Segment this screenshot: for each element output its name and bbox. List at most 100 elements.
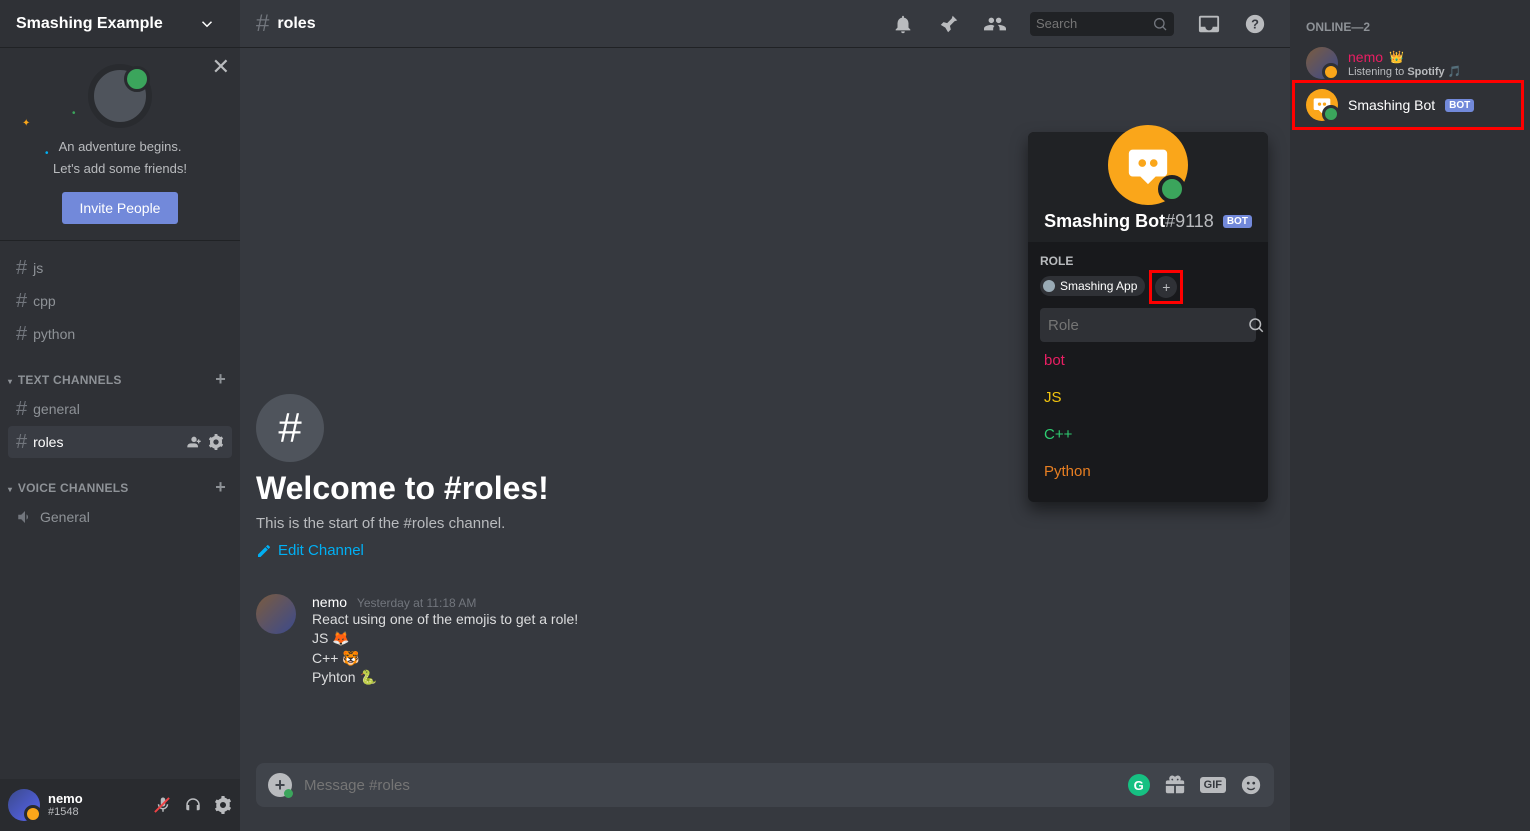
members-icon[interactable] bbox=[976, 13, 1014, 35]
attach-button[interactable]: + bbox=[268, 773, 292, 797]
add-channel-button[interactable]: + bbox=[209, 369, 232, 390]
grammarly-icon[interactable]: G bbox=[1128, 774, 1150, 796]
role-chip-label: Smashing App bbox=[1060, 279, 1137, 293]
member-group-header: ONLINE—2 bbox=[1298, 16, 1522, 38]
popout-header: Smashing Bot#9118 BOT bbox=[1028, 132, 1268, 242]
hash-icon: # bbox=[16, 323, 27, 346]
server-header[interactable]: Smashing Example bbox=[0, 0, 240, 48]
hash-icon: # bbox=[16, 431, 27, 454]
channel-sidebar: Smashing Example ✕ ✦ • • An adventure be… bbox=[0, 0, 240, 831]
settings-icon[interactable] bbox=[214, 796, 232, 814]
search-box[interactable] bbox=[1030, 12, 1174, 36]
category-text-channels[interactable]: ▾ TEXT CHANNELS + bbox=[0, 363, 240, 392]
search-input[interactable] bbox=[1036, 16, 1146, 31]
hash-icon: # bbox=[256, 394, 324, 462]
channel-title: roles bbox=[277, 15, 315, 33]
hash-icon: # bbox=[16, 290, 27, 313]
popout-discriminator: #9118 bbox=[1165, 211, 1214, 232]
hash-icon: # bbox=[16, 257, 27, 280]
channel-label: js bbox=[33, 260, 43, 276]
gif-button[interactable]: GIF bbox=[1200, 777, 1226, 793]
help-icon[interactable]: ? bbox=[1236, 13, 1274, 35]
role-option-js[interactable]: JS bbox=[1040, 379, 1256, 416]
channel-label: General bbox=[40, 509, 90, 525]
create-invite-icon[interactable] bbox=[186, 434, 202, 450]
channel-label: roles bbox=[33, 434, 63, 450]
member-name: nemo 👑 bbox=[1348, 49, 1514, 65]
category-voice-channels[interactable]: ▾ VOICE CHANNELS + bbox=[0, 471, 240, 500]
popout-username: Smashing Bot#9118 BOT bbox=[1044, 211, 1252, 232]
message-input[interactable] bbox=[304, 777, 1116, 794]
message-timestamp: Yesterday at 11:18 AM bbox=[357, 596, 476, 610]
invite-line2: Let's add some friends! bbox=[16, 160, 224, 178]
member-name-text: nemo bbox=[1348, 49, 1383, 65]
deafen-icon[interactable] bbox=[184, 796, 202, 814]
channel-general[interactable]: # general bbox=[8, 393, 232, 425]
close-icon[interactable]: ✕ bbox=[212, 54, 230, 80]
channel-roles[interactable]: # roles bbox=[8, 426, 232, 458]
message-line: JS 🦊 bbox=[312, 629, 1274, 649]
message-author[interactable]: nemo bbox=[312, 594, 347, 610]
self-avatar[interactable] bbox=[8, 789, 40, 821]
svg-text:?: ? bbox=[1251, 16, 1259, 31]
server-name: Smashing Example bbox=[16, 15, 163, 33]
member-avatar bbox=[1306, 47, 1338, 79]
channel-python[interactable]: # python bbox=[8, 318, 232, 350]
role-option-cpp[interactable]: C++ bbox=[1040, 416, 1256, 453]
speaker-icon bbox=[16, 508, 34, 526]
invite-people-button[interactable]: Invite People bbox=[62, 192, 179, 224]
role-option-bot[interactable]: bot bbox=[1040, 342, 1256, 379]
welcome-subtitle: This is the start of the #roles channel. bbox=[256, 515, 1274, 532]
emoji-icon[interactable] bbox=[1240, 774, 1262, 796]
member-nemo[interactable]: nemo 👑 Listening to Spotify 🎵 bbox=[1298, 42, 1522, 84]
gear-icon[interactable] bbox=[208, 434, 224, 450]
role-option-python[interactable]: Python bbox=[1040, 453, 1256, 490]
edit-channel-label: Edit Channel bbox=[278, 542, 364, 559]
bot-avatar[interactable] bbox=[1108, 125, 1188, 205]
bell-icon[interactable] bbox=[884, 13, 922, 35]
message-line: C++ 🐯 bbox=[312, 649, 1274, 669]
message-content: React using one of the emojis to get a r… bbox=[312, 610, 1274, 688]
role-chip[interactable]: Smashing App bbox=[1040, 276, 1145, 296]
message-composer: + G GIF bbox=[256, 763, 1274, 807]
message-line: Pyhton 🐍 bbox=[312, 668, 1274, 688]
hash-icon: # bbox=[16, 398, 27, 421]
gift-icon[interactable] bbox=[1164, 774, 1186, 796]
channel-js[interactable]: # js bbox=[8, 252, 232, 284]
chevron-down-icon: ▾ bbox=[8, 485, 12, 494]
role-color-dot bbox=[1043, 280, 1055, 292]
role-section-title: ROLE bbox=[1040, 254, 1256, 268]
chat-header: # roles ? bbox=[240, 0, 1290, 48]
message-avatar[interactable] bbox=[256, 594, 296, 634]
search-icon bbox=[1247, 316, 1265, 334]
status-prefix: Listening to bbox=[1348, 66, 1407, 78]
channel-cpp[interactable]: # cpp bbox=[8, 285, 232, 317]
sparkle-icon: • bbox=[45, 148, 49, 159]
hash-icon: # bbox=[256, 10, 269, 38]
add-channel-button[interactable]: + bbox=[209, 477, 232, 498]
invite-panel: ✕ ✦ • • An adventure begins. Let's add s… bbox=[0, 48, 240, 241]
avatar-placeholder-icon bbox=[88, 64, 152, 128]
member-list: ONLINE—2 nemo 👑 Listening to Spotify 🎵 S… bbox=[1290, 0, 1530, 831]
add-role-button[interactable]: + bbox=[1155, 276, 1177, 298]
role-search-box[interactable] bbox=[1040, 308, 1256, 342]
pin-icon[interactable] bbox=[930, 13, 968, 35]
channel-label: python bbox=[33, 326, 75, 342]
status-app: Spotify bbox=[1407, 66, 1444, 78]
inbox-icon[interactable] bbox=[1190, 13, 1228, 35]
mute-icon[interactable] bbox=[154, 796, 172, 814]
member-status: Listening to Spotify 🎵 bbox=[1348, 65, 1514, 78]
role-search-input[interactable] bbox=[1048, 317, 1247, 334]
category-label: VOICE CHANNELS bbox=[18, 481, 129, 495]
message: nemo Yesterday at 11:18 AM React using o… bbox=[256, 590, 1274, 692]
member-avatar bbox=[1306, 89, 1338, 121]
voice-channel-general[interactable]: General bbox=[8, 501, 232, 533]
crown-icon: 👑 bbox=[1389, 50, 1404, 64]
main-column: # roles ? # Welcome to #roles! This is t… bbox=[240, 0, 1290, 831]
self-names[interactable]: nemo #1548 bbox=[48, 792, 146, 818]
message-line: React using one of the emojis to get a r… bbox=[312, 610, 1274, 630]
search-icon bbox=[1152, 16, 1168, 32]
chevron-down-icon: ▾ bbox=[8, 377, 12, 386]
channel-tools bbox=[186, 434, 224, 450]
edit-channel-link[interactable]: Edit Channel bbox=[256, 542, 364, 559]
